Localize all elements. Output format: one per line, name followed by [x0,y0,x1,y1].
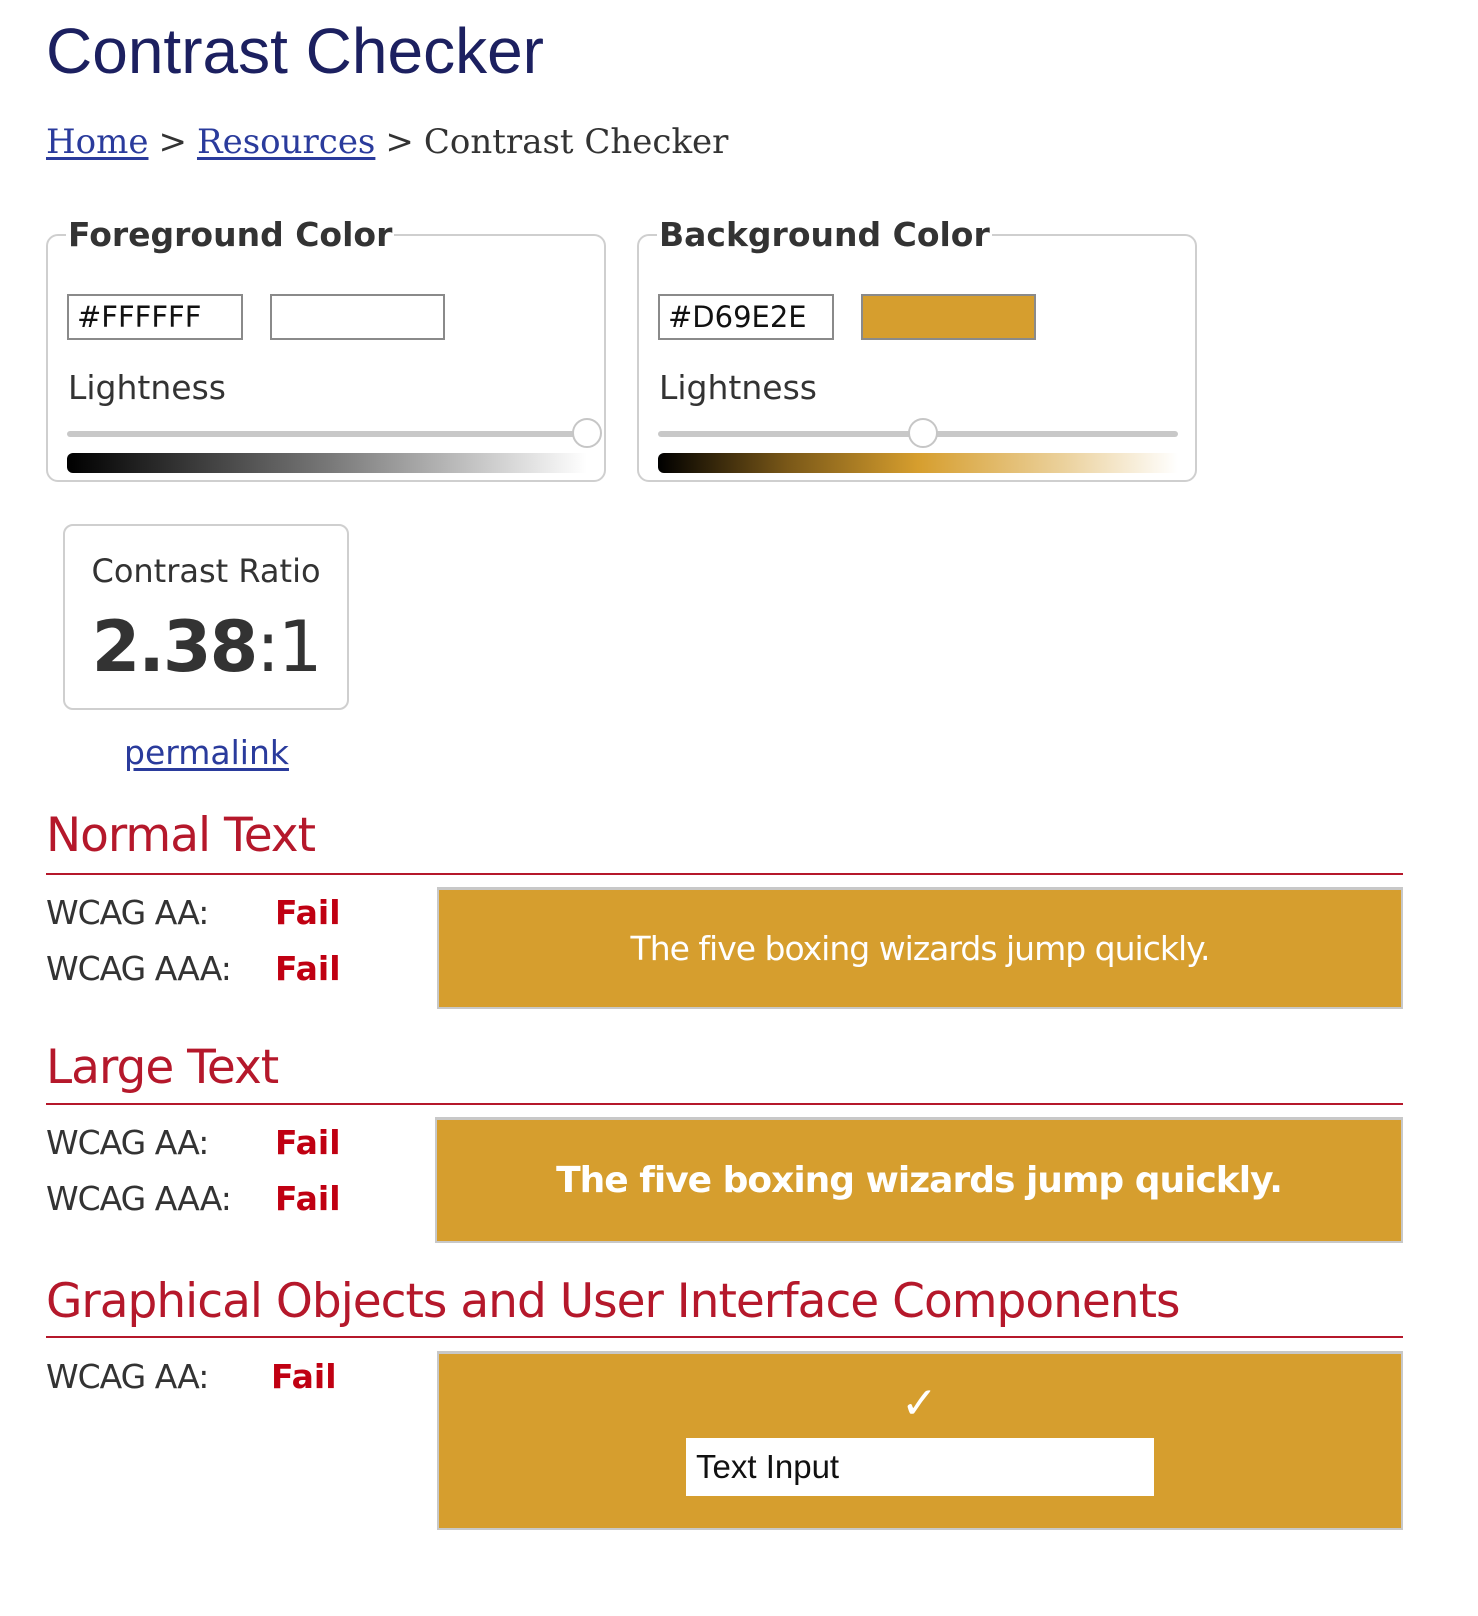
large-text-divider [46,1103,1403,1105]
background-color-panel: Background Color Lightness [637,215,1197,482]
breadcrumb-separator: > [385,122,414,162]
background-hex-input[interactable] [658,294,834,340]
contrast-ratio-label: Contrast Ratio [91,552,321,590]
breadcrumb-home-link[interactable]: Home [46,122,148,162]
permalink-link[interactable]: permalink [124,733,289,772]
background-color-legend: Background Color [659,215,990,254]
foreground-lightness-slider-thumb[interactable] [572,418,602,448]
checkmark-icon: ✓ [901,1378,938,1429]
large-text-heading: Large Text [46,1040,279,1095]
normal-text-heading: Normal Text [46,808,316,863]
large-wcag-aa-result: Fail [275,1123,341,1162]
foreground-hex-input[interactable] [67,294,243,340]
normal-wcag-aaa-label: WCAG AAA: [46,949,232,988]
page-title: Contrast Checker [46,15,544,87]
large-wcag-aaa-label: WCAG AAA: [46,1179,232,1218]
breadcrumb-resources-link[interactable]: Resources [197,122,375,162]
foreground-color-panel: Foreground Color Lightness [46,215,606,482]
breadcrumb-current: Contrast Checker [423,122,729,162]
large-text-sample: The five boxing wizards jump quickly. [556,1160,1283,1201]
breadcrumb-separator: > [158,122,187,162]
foreground-lightness-gradient [67,453,587,473]
normal-text-sample: The five boxing wizards jump quickly. [630,929,1211,968]
contrast-ratio-suffix: :1 [256,606,322,688]
normal-text-divider [46,873,1403,875]
ui-wcag-aa-label: WCAG AA: [46,1357,209,1396]
normal-text-preview: The five boxing wizards jump quickly. [437,887,1403,1009]
contrast-ratio-number: 2.38 [91,606,259,688]
breadcrumb: Home > Resources > Contrast Checker [46,122,728,162]
background-lightness-gradient [658,453,1178,473]
contrast-ratio-box: Contrast Ratio 2.38:1 [63,524,349,710]
foreground-lightness-slider[interactable] [67,418,602,448]
background-lightness-slider[interactable] [658,418,1178,448]
foreground-color-picker-swatch[interactable] [270,294,445,340]
large-wcag-aaa-result: Fail [275,1179,341,1218]
foreground-lightness-label: Lightness [68,368,226,407]
large-wcag-aa-label: WCAG AA: [46,1123,209,1162]
normal-wcag-aa-label: WCAG AA: [46,893,209,932]
background-lightness-slider-thumb[interactable] [908,418,939,448]
foreground-color-legend: Foreground Color [68,215,393,254]
graphical-objects-heading: Graphical Objects and User Interface Com… [46,1274,1181,1329]
large-text-preview: The five boxing wizards jump quickly. [435,1117,1403,1243]
normal-wcag-aa-result: Fail [275,893,341,932]
ui-wcag-aa-result: Fail [271,1357,337,1396]
sample-text-input[interactable] [686,1438,1154,1496]
ui-components-preview: ✓ [437,1351,1403,1530]
normal-wcag-aaa-result: Fail [275,949,341,988]
contrast-ratio-value: 2.38:1 [65,606,347,688]
background-lightness-label: Lightness [659,368,817,407]
background-color-picker-swatch[interactable] [861,294,1036,340]
graphical-objects-divider [46,1336,1403,1338]
